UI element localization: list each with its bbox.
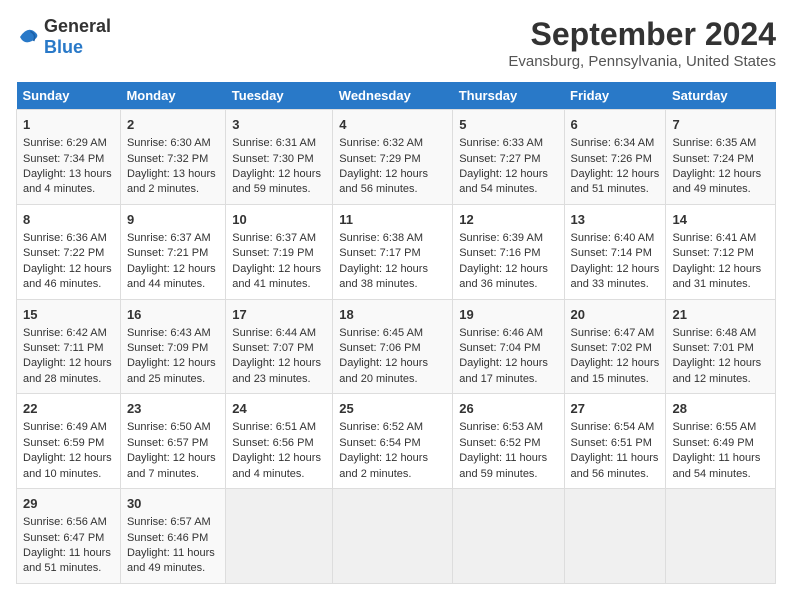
header-wednesday: Wednesday [333,82,453,110]
day-2: 2 Sunrise: 6:30 AMSunset: 7:32 PMDayligh… [120,110,225,205]
day-26: 26 Sunrise: 6:53 AMSunset: 6:52 PMDaylig… [453,394,564,489]
page-subtitle: Evansburg, Pennsylvania, United States [508,53,776,70]
page-header: General Blue September 2024 Evansburg, P… [16,16,776,70]
header-saturday: Saturday [666,82,776,110]
calendar-week-2: 8 Sunrise: 6:36 AMSunset: 7:22 PMDayligh… [17,204,776,299]
calendar-week-1: 1 Sunrise: 6:29 AMSunset: 7:34 PMDayligh… [17,110,776,205]
day-30: 30 Sunrise: 6:57 AMSunset: 6:46 PMDaylig… [120,489,225,584]
day-28: 28 Sunrise: 6:55 AMSunset: 6:49 PMDaylig… [666,394,776,489]
logo-icon [16,25,40,49]
page-title: September 2024 [508,16,776,53]
day-5: 5 Sunrise: 6:33 AMSunset: 7:27 PMDayligh… [453,110,564,205]
day-19: 19 Sunrise: 6:46 AMSunset: 7:04 PMDaylig… [453,299,564,394]
day-9: 9 Sunrise: 6:37 AMSunset: 7:21 PMDayligh… [120,204,225,299]
day-2-text: Sunrise: 6:30 AMSunset: 7:32 PMDaylight:… [127,137,216,195]
day-11: 11 Sunrise: 6:38 AMSunset: 7:17 PMDaylig… [333,204,453,299]
calendar-week-4: 22 Sunrise: 6:49 AMSunset: 6:59 PMDaylig… [17,394,776,489]
empty-cell [226,489,333,584]
day-8: 8 Sunrise: 6:36 AMSunset: 7:22 PMDayligh… [17,204,121,299]
day-14: 14 Sunrise: 6:41 AMSunset: 7:12 PMDaylig… [666,204,776,299]
day-5-text: Sunrise: 6:33 AMSunset: 7:27 PMDaylight:… [459,137,548,195]
day-1: 1 Sunrise: 6:29 AMSunset: 7:34 PMDayligh… [17,110,121,205]
day-22: 22 Sunrise: 6:49 AMSunset: 6:59 PMDaylig… [17,394,121,489]
day-6: 6 Sunrise: 6:34 AMSunset: 7:26 PMDayligh… [564,110,666,205]
calendar-week-3: 15 Sunrise: 6:42 AMSunset: 7:11 PMDaylig… [17,299,776,394]
day-4: 4 Sunrise: 6:32 AMSunset: 7:29 PMDayligh… [333,110,453,205]
calendar-header-row: Sunday Monday Tuesday Wednesday Thursday… [17,82,776,110]
day-23: 23 Sunrise: 6:50 AMSunset: 6:57 PMDaylig… [120,394,225,489]
header-sunday: Sunday [17,82,121,110]
day-7: 7 Sunrise: 6:35 AMSunset: 7:24 PMDayligh… [666,110,776,205]
header-tuesday: Tuesday [226,82,333,110]
day-12: 12 Sunrise: 6:39 AMSunset: 7:16 PMDaylig… [453,204,564,299]
day-10: 10 Sunrise: 6:37 AMSunset: 7:19 PMDaylig… [226,204,333,299]
empty-cell [666,489,776,584]
empty-cell [564,489,666,584]
day-27: 27 Sunrise: 6:54 AMSunset: 6:51 PMDaylig… [564,394,666,489]
header-thursday: Thursday [453,82,564,110]
logo: General Blue [16,16,111,58]
empty-cell [333,489,453,584]
day-16: 16 Sunrise: 6:43 AMSunset: 7:09 PMDaylig… [120,299,225,394]
day-24: 24 Sunrise: 6:51 AMSunset: 6:56 PMDaylig… [226,394,333,489]
empty-cell [453,489,564,584]
day-7-text: Sunrise: 6:35 AMSunset: 7:24 PMDaylight:… [672,137,761,195]
day-29: 29 Sunrise: 6:56 AMSunset: 6:47 PMDaylig… [17,489,121,584]
header-monday: Monday [120,82,225,110]
day-15: 15 Sunrise: 6:42 AMSunset: 7:11 PMDaylig… [17,299,121,394]
day-25: 25 Sunrise: 6:52 AMSunset: 6:54 PMDaylig… [333,394,453,489]
day-3-text: Sunrise: 6:31 AMSunset: 7:30 PMDaylight:… [232,137,321,195]
day-1-text: Sunrise: 6:29 AMSunset: 7:34 PMDaylight:… [23,137,112,195]
logo-text: General Blue [44,16,111,58]
day-13: 13 Sunrise: 6:40 AMSunset: 7:14 PMDaylig… [564,204,666,299]
calendar-table: Sunday Monday Tuesday Wednesday Thursday… [16,82,776,584]
day-4-text: Sunrise: 6:32 AMSunset: 7:29 PMDaylight:… [339,137,428,195]
day-3: 3 Sunrise: 6:31 AMSunset: 7:30 PMDayligh… [226,110,333,205]
day-6-text: Sunrise: 6:34 AMSunset: 7:26 PMDaylight:… [571,137,660,195]
day-21: 21 Sunrise: 6:48 AMSunset: 7:01 PMDaylig… [666,299,776,394]
day-17: 17 Sunrise: 6:44 AMSunset: 7:07 PMDaylig… [226,299,333,394]
title-block: September 2024 Evansburg, Pennsylvania, … [508,16,776,70]
day-20: 20 Sunrise: 6:47 AMSunset: 7:02 PMDaylig… [564,299,666,394]
header-friday: Friday [564,82,666,110]
day-18: 18 Sunrise: 6:45 AMSunset: 7:06 PMDaylig… [333,299,453,394]
calendar-week-5: 29 Sunrise: 6:56 AMSunset: 6:47 PMDaylig… [17,489,776,584]
